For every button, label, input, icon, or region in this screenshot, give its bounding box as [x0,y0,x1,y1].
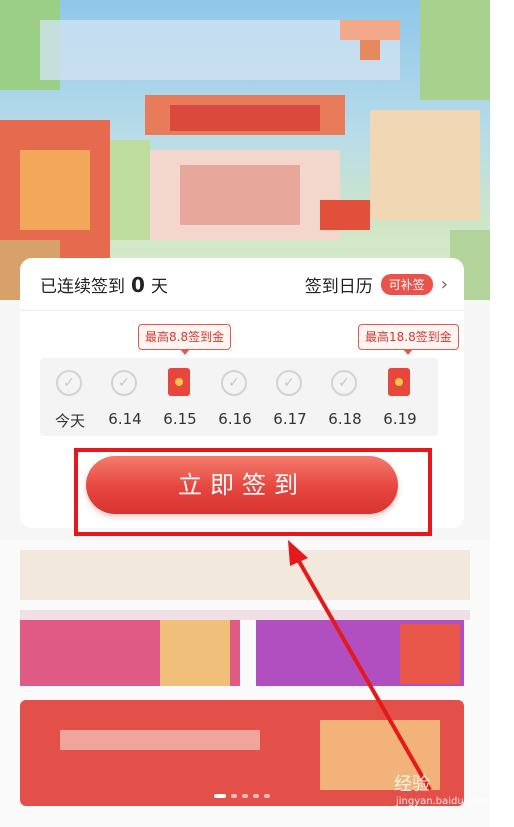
day-item: 6.19 [372,358,428,436]
day-label: 今天 [54,412,85,430]
day-label: 6.19 [383,410,417,428]
day-label: 6.18 [328,410,362,428]
pixelated-banner [0,0,490,300]
check-icon: ✓ [276,370,302,396]
check-icon: ✓ [56,370,82,396]
day-item: ✓ 6.16 [207,358,263,436]
checkin-card-header: 已连续签到 0 天 签到日历 可补签 › [20,258,464,310]
chevron-right-icon: › [440,274,448,295]
carousel-indicator [214,794,270,798]
red-envelope-icon [168,368,190,396]
day-item: ✓ 6.17 [262,358,318,436]
reward-tooltip-6-15: 最高8.8签到金 [138,324,232,355]
day-label: 6.15 [163,410,197,428]
check-icon: ✓ [221,370,247,396]
watermark-subtext: jingyan.baidu.com [396,796,489,807]
page-margin [490,0,514,827]
divider [20,310,464,311]
day-item: ✓ 6.14 [97,358,153,436]
streak-text: 已连续签到 0 天 [40,272,168,297]
day-item: ✓ 6.18 [317,358,373,436]
calendar-label: 签到日历 [304,277,373,297]
day-item: 6.15 [152,358,208,436]
checkin-days-row: ✓ 今天 ✓ 6.14 6.15 ✓ 6.16 ✓ 6.17 ✓ 6.18 6.… [40,358,438,436]
day-label: 6.14 [108,410,142,428]
day-label: 6.17 [273,410,307,428]
streak-suffix: 天 [150,277,168,297]
reward-tooltip-6-19: 最高18.8签到金 [358,324,459,355]
check-icon: ✓ [331,370,357,396]
annotation-highlight-box [74,448,432,536]
red-envelope-icon [388,368,410,396]
day-label: 6.16 [218,410,252,428]
streak-count: 0 [131,273,145,297]
day-item: ✓ 今天 [42,358,98,436]
watermark: 经验 [394,774,430,795]
app-screen: 已连续签到 0 天 签到日历 可补签 › 最高8.8签到金 最高18.8签到金 ✓ … [0,0,490,827]
checkin-calendar-link[interactable]: 签到日历 可补签 › [305,272,448,297]
check-icon: ✓ [111,370,137,396]
streak-prefix: 已连续签到 [40,277,125,297]
makeup-badge: 可补签 [380,274,433,295]
